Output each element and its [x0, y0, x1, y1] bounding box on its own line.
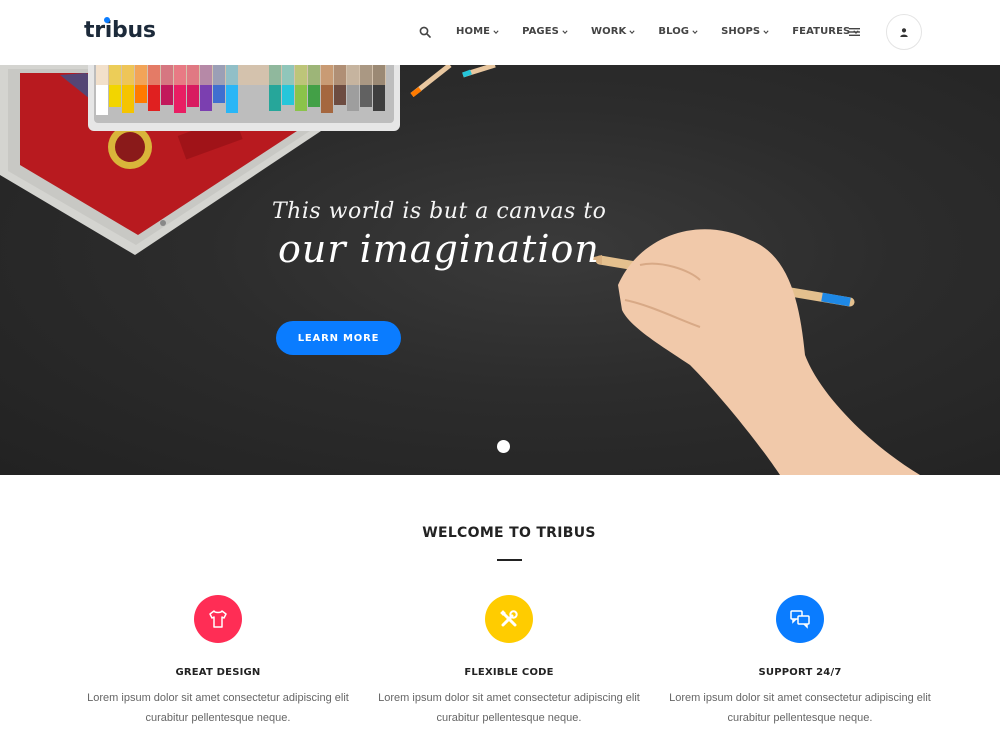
nav-item-work[interactable]: WORK: [591, 26, 635, 37]
chevron-down-icon: [562, 29, 568, 34]
nav-label: FEATURES: [792, 26, 851, 37]
nav-label: WORK: [590, 26, 627, 37]
nav-label: SHOPS: [721, 26, 761, 37]
slider-dot-active[interactable]: [497, 440, 510, 453]
user-account-button[interactable]: [886, 14, 922, 50]
feature-text: Lorem ipsum dolor sit amet consectetur a…: [87, 692, 349, 724]
tools-icon: [485, 595, 533, 643]
main-nav: HOME PAGES WORK BLOG SHOPS FEATURES: [456, 26, 882, 37]
nav-label: HOME: [456, 26, 491, 37]
nav-item-home[interactable]: HOME: [456, 26, 499, 37]
nav-label: BLOG: [658, 26, 690, 37]
nav-item-blog[interactable]: BLOG: [658, 26, 698, 37]
feature-great-design: GREAT DESIGN Lorem ipsum dolor sit amet …: [73, 595, 363, 728]
chevron-down-icon: [629, 29, 635, 34]
feature-flexible-code: FLEXIBLE CODE Lorem ipsum dolor sit amet…: [364, 595, 654, 728]
logo[interactable]: tribus: [84, 17, 156, 43]
hero-headline-line1: This world is but a canvas to: [272, 199, 607, 224]
logo-text: tribus: [84, 18, 156, 43]
logo-dot: [104, 17, 110, 23]
user-icon: [900, 27, 908, 37]
nav-item-pages[interactable]: PAGES: [522, 26, 568, 37]
hero-slider: This world is but a canvas to our imagin…: [0, 65, 1000, 475]
chat-bubbles-icon: [776, 595, 824, 643]
feature-title: SUPPORT 24/7: [758, 667, 842, 678]
feature-title: FLEXIBLE CODE: [464, 667, 554, 678]
search-icon[interactable]: [419, 26, 431, 38]
feature-title: GREAT DESIGN: [175, 667, 261, 678]
tshirt-icon: [194, 595, 242, 643]
chevron-down-icon: [763, 29, 769, 34]
site-header: tribus HOME PAGES WORK BLOG SHOPS FEATUR…: [0, 0, 1000, 65]
welcome-title: WELCOME TO TRIBUS: [422, 525, 596, 541]
chevron-down-icon: [493, 29, 499, 34]
learn-more-button[interactable]: LEARN MORE: [276, 321, 401, 355]
hand-with-pencil-illustration: [590, 229, 920, 475]
chevron-down-icon: [692, 29, 698, 34]
nav-label: PAGES: [522, 26, 559, 37]
feature-support: SUPPORT 24/7 Lorem ipsum dolor sit amet …: [655, 595, 945, 728]
feature-text: Lorem ipsum dolor sit amet consectetur a…: [378, 692, 640, 724]
pencil-tin-illustration: [88, 65, 400, 131]
hamburger-menu-icon[interactable]: [849, 27, 860, 37]
feature-text: Lorem ipsum dolor sit amet consectetur a…: [669, 692, 931, 724]
loose-pencils-illustration: [410, 65, 496, 97]
hero-headline-line2: our imagination: [278, 227, 600, 271]
nav-item-shops[interactable]: SHOPS: [721, 26, 769, 37]
title-divider: [497, 559, 522, 561]
